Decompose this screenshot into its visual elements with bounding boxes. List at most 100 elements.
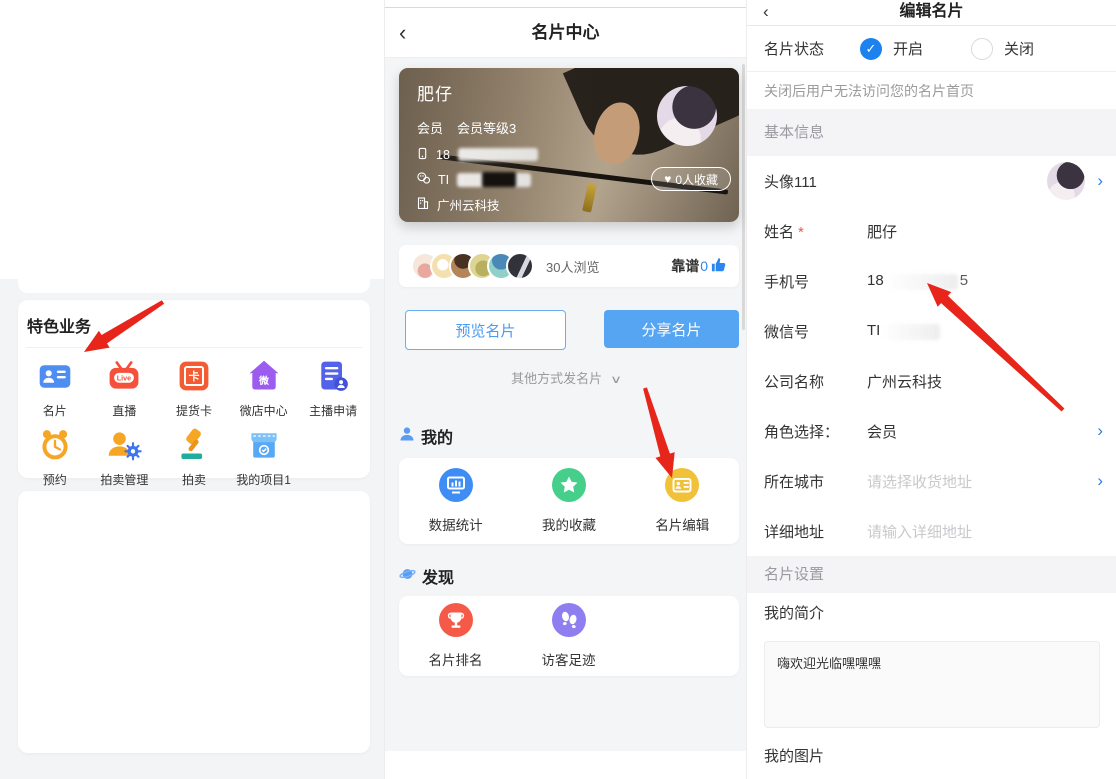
featured-services-title: 特色业务 bbox=[18, 300, 370, 337]
card-center-header: ‹ 名片中心 bbox=[385, 8, 746, 58]
service-item-live[interactable]: Live 直播 bbox=[90, 358, 160, 419]
service-label: 我的项目1 bbox=[236, 471, 291, 488]
phone-field-value[interactable]: 185 bbox=[867, 272, 968, 289]
phone-field-label: 手机号 bbox=[764, 271, 867, 292]
favorites-count: 0人收藏 bbox=[675, 171, 718, 188]
status-on-label: 开启 bbox=[893, 38, 923, 59]
intro-label: 我的简介 bbox=[764, 602, 824, 623]
phone-icon bbox=[417, 147, 428, 163]
company-field-row[interactable]: 公司名称 广州云科技 bbox=[747, 356, 1116, 406]
card-center-panel: ‹ 名片中心 肥仔 会员 会员等级3 18 bbox=[384, 0, 746, 779]
gavel-icon bbox=[176, 427, 212, 468]
mine-item-card-edit[interactable]: 名片编辑 bbox=[626, 458, 739, 544]
wechat-field-row[interactable]: 微信号 TI bbox=[747, 306, 1116, 356]
mine-item-data-stats[interactable]: 数据统计 bbox=[399, 458, 512, 544]
empty-content-card bbox=[18, 491, 370, 753]
mine-item-label: 我的收藏 bbox=[542, 514, 596, 534]
discover-item-visitor-footprints[interactable]: 访客足迹 bbox=[512, 596, 625, 676]
role-field-row[interactable]: 角色选择： 会员 › bbox=[747, 406, 1116, 456]
address-field-placeholder[interactable]: 请输入详细地址 bbox=[867, 521, 972, 542]
service-label: 直播 bbox=[112, 402, 136, 419]
chevron-right-icon[interactable]: › bbox=[1097, 421, 1103, 441]
service-item-pickup-card[interactable]: 卡 提货卡 bbox=[159, 358, 229, 419]
service-label: 提货卡 bbox=[176, 402, 212, 419]
role-field-label: 角色选择： bbox=[764, 421, 867, 442]
service-label: 预约 bbox=[43, 471, 67, 488]
viewers-card: 30人浏览 靠谱 0 bbox=[399, 245, 739, 287]
favorites-button[interactable]: ♥ 0人收藏 bbox=[651, 167, 731, 191]
wechat-prefix: TI bbox=[867, 322, 880, 339]
phone-field-row[interactable]: 手机号 185 bbox=[747, 256, 1116, 306]
preview-card-button[interactable]: 预览名片 bbox=[405, 310, 566, 350]
address-field-row[interactable]: 详细地址 请输入详细地址 bbox=[747, 506, 1116, 556]
avatar-thumbnail[interactable] bbox=[1047, 162, 1085, 200]
required-mark: * bbox=[798, 224, 804, 241]
avatar-field-row[interactable]: 头像111 › bbox=[747, 156, 1116, 206]
svg-text:卡: 卡 bbox=[189, 370, 200, 383]
other-ways-toggle[interactable]: 其他方式发名片 ∨ bbox=[385, 368, 746, 387]
city-field-row[interactable]: 所在城市 请选择收货地址 › bbox=[747, 456, 1116, 506]
wechat-prefix: TI bbox=[438, 173, 449, 187]
mine-section-title: 我的 bbox=[399, 424, 453, 448]
card-edit-icon bbox=[665, 468, 699, 507]
featured-services-card: 特色业务 名片 Live 直播 卡 bbox=[18, 300, 370, 478]
wechat-field-value[interactable]: TI bbox=[867, 322, 942, 339]
discover-item-label: 访客足迹 bbox=[542, 649, 596, 669]
radio-status-on[interactable]: ✓ bbox=[860, 38, 882, 60]
phone-blur-mask bbox=[886, 274, 958, 290]
service-item-auction[interactable]: 拍卖 bbox=[159, 427, 229, 488]
status-off-label: 关闭 bbox=[1004, 38, 1034, 59]
city-field-placeholder[interactable]: 请选择收货地址 bbox=[867, 471, 972, 492]
service-label: 拍卖 bbox=[182, 471, 206, 488]
member-level: 会员等级3 bbox=[457, 118, 516, 137]
page-title: 名片中心 bbox=[385, 8, 746, 58]
live-tv-icon: Live bbox=[106, 358, 142, 399]
profile-info: 肥仔 会员 会员等级3 18 TI 广州云科技 bbox=[417, 80, 538, 212]
chevron-right-icon[interactable]: › bbox=[1097, 171, 1103, 191]
svg-text:Live: Live bbox=[117, 374, 131, 383]
back-icon[interactable]: ‹ bbox=[763, 0, 769, 24]
services-grid: 名片 Live 直播 卡 提货卡 微 bbox=[18, 348, 370, 488]
name-field-label: 姓名* bbox=[764, 221, 867, 242]
discover-item-label: 名片排名 bbox=[429, 649, 483, 669]
featured-services-panel: 特色业务 名片 Live 直播 卡 bbox=[0, 0, 384, 779]
alarm-clock-icon bbox=[37, 427, 73, 468]
host-apply-icon bbox=[315, 358, 351, 399]
radio-status-off[interactable] bbox=[971, 38, 993, 60]
member-badges: 会员 会员等级3 bbox=[417, 118, 538, 137]
chevron-right-icon[interactable]: › bbox=[1097, 471, 1103, 491]
role-field-value[interactable]: 会员 bbox=[867, 421, 897, 442]
scrollbar[interactable] bbox=[742, 64, 745, 330]
dark-mask-segment bbox=[482, 172, 516, 187]
service-label: 拍卖管理 bbox=[100, 471, 148, 488]
service-item-microstore[interactable]: 微 微店中心 bbox=[229, 358, 299, 419]
back-icon[interactable]: ‹ bbox=[399, 8, 406, 58]
label-text: 姓名 bbox=[764, 224, 794, 241]
company-field-value[interactable]: 广州云科技 bbox=[867, 371, 942, 392]
status-hint-text: 关闭后用户无法访问您的名片首页 bbox=[747, 72, 1116, 110]
service-item-host-apply[interactable]: 主播申请 bbox=[298, 358, 368, 419]
microstore-icon: 微 bbox=[246, 358, 282, 399]
mine-card: 数据统计 我的收藏 名片编辑 bbox=[399, 458, 739, 544]
service-item-business-card[interactable]: 名片 bbox=[20, 358, 90, 419]
discover-item-card-ranking[interactable]: 名片排名 bbox=[399, 596, 512, 676]
service-item-appointment[interactable]: 预约 bbox=[20, 427, 90, 488]
mine-item-my-favorites[interactable]: 我的收藏 bbox=[512, 458, 625, 544]
service-item-my-projects[interactable]: 我的项目1 bbox=[229, 427, 299, 488]
thumbs-up-icon bbox=[710, 256, 727, 276]
service-item-auction-manage[interactable]: 拍卖管理 bbox=[90, 427, 160, 488]
share-card-button[interactable]: 分享名片 bbox=[604, 310, 739, 348]
discover-card: 名片排名 访客足迹 bbox=[399, 596, 739, 676]
name-field-value[interactable]: 肥仔 bbox=[867, 221, 897, 242]
intro-textarea[interactable]: 嗨欢迎光临嘿嘿嘿 bbox=[764, 641, 1100, 728]
name-field-row[interactable]: 姓名* 肥仔 bbox=[747, 206, 1116, 256]
phone-prefix: 18 bbox=[867, 272, 884, 289]
member-badge: 会员 bbox=[417, 118, 443, 137]
profile-avatar[interactable] bbox=[657, 86, 717, 146]
avatar-field-label: 头像111 bbox=[764, 171, 867, 192]
kaopu-like-button[interactable]: 靠谱 0 bbox=[671, 256, 727, 276]
profile-card[interactable]: 肥仔 会员 会员等级3 18 TI 广州云科技 bbox=[399, 68, 739, 222]
svg-text:微: 微 bbox=[258, 374, 269, 387]
wechat-blur-mask bbox=[457, 173, 531, 187]
card-settings-section-header: 名片设置 bbox=[747, 556, 1116, 593]
